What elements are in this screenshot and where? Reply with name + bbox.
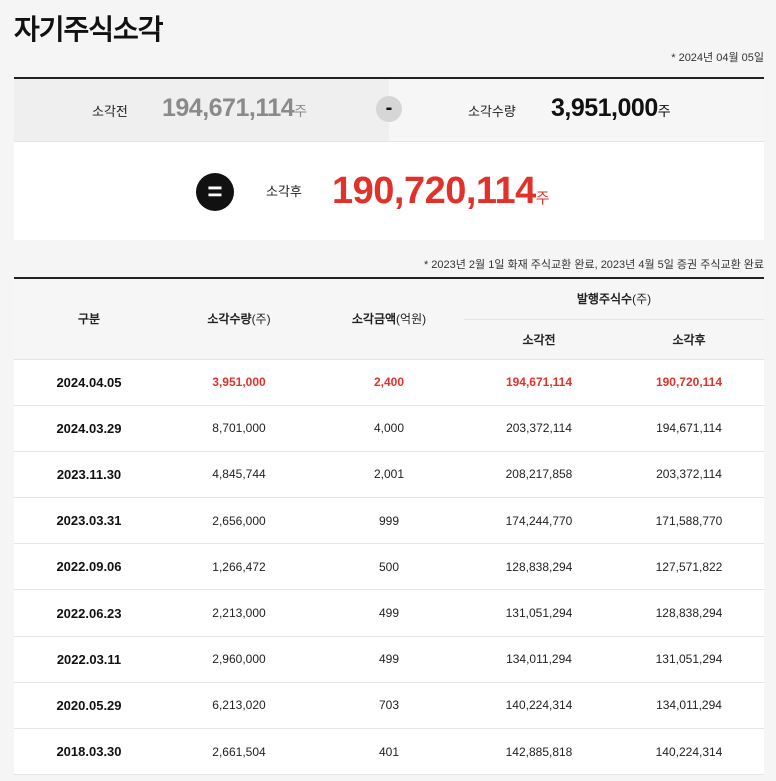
col-issued-shares: 발행주식수(주) bbox=[464, 279, 764, 320]
quantity-label: 소각수량 bbox=[468, 104, 516, 119]
row-date: 2020.05.29 bbox=[14, 682, 164, 730]
row-after: 128,838,294 bbox=[614, 589, 764, 637]
row-quantity: 3,951,000 bbox=[164, 359, 314, 406]
row-date: 2023.03.31 bbox=[14, 497, 164, 545]
col-amount: 소각금액(억원) bbox=[314, 279, 464, 360]
table-body: 2024.04.05 3,951,000 2,400 194,671,114 190,7… bbox=[14, 359, 764, 776]
row-quantity: 2,960,000 bbox=[164, 636, 314, 683]
table-row: 2023.03.31 2,656,000 999 174,244,770 171,588… bbox=[14, 497, 764, 545]
before-label: 소각전 bbox=[92, 104, 128, 119]
summary-top-row: 소각전 194,671,114주 소각수량 3,951,000주 - bbox=[14, 79, 764, 141]
col-after: 소각후 bbox=[614, 319, 764, 360]
table-row: 2024.03.29 8,701,000 4,000 203,372,114 194,6… bbox=[14, 405, 764, 452]
table-row: 2020.05.29 6,213,020 703 140,224,314 134,011… bbox=[14, 682, 764, 730]
row-before: 203,372,114 bbox=[464, 405, 614, 452]
row-amount: 499 bbox=[314, 636, 464, 683]
row-amount: 2,400 bbox=[314, 359, 464, 406]
row-amount: 401 bbox=[314, 728, 464, 776]
row-after: 127,571,822 bbox=[614, 543, 764, 591]
row-before: 142,885,818 bbox=[464, 728, 614, 776]
row-before: 134,011,294 bbox=[464, 636, 614, 683]
row-quantity: 2,213,000 bbox=[164, 589, 314, 637]
row-date: 2022.09.06 bbox=[14, 543, 164, 591]
row-after: 140,224,314 bbox=[614, 728, 764, 776]
page-title: 자기주식소각 bbox=[14, 14, 164, 45]
row-date: 2023.11.30 bbox=[14, 451, 164, 499]
row-before: 174,244,770 bbox=[464, 497, 614, 545]
before-value: 194,671,114주 bbox=[162, 94, 307, 122]
summary-panel: 소각전 194,671,114주 소각수량 3,951,000주 - = 소각후… bbox=[14, 77, 764, 240]
row-quantity: 8,701,000 bbox=[164, 405, 314, 452]
col-quantity: 소각수량(주) bbox=[164, 279, 314, 360]
row-quantity: 6,213,020 bbox=[164, 682, 314, 730]
col-before: 소각전 bbox=[464, 319, 614, 360]
table-row: 2022.09.06 1,266,472 500 128,838,294 127,571… bbox=[14, 543, 764, 591]
row-amount: 2,001 bbox=[314, 451, 464, 499]
quantity-unit: 주 bbox=[657, 103, 671, 119]
row-after: 171,588,770 bbox=[614, 497, 764, 545]
before-unit: 주 bbox=[294, 103, 307, 119]
as-of-date: * 2024년 04월 05일 bbox=[671, 52, 764, 64]
header-row: 구분 소각수량(주) 소각금액(억원) 발행주식수(주) bbox=[14, 279, 764, 360]
row-after: 190,720,114 bbox=[614, 359, 764, 406]
row-amount: 999 bbox=[314, 497, 464, 545]
row-amount: 500 bbox=[314, 543, 464, 591]
table-row: 2024.04.05 3,951,000 2,400 194,671,114 190,7… bbox=[14, 359, 764, 406]
table-row: 2023.11.30 4,845,744 2,001 208,217,858 203,3… bbox=[14, 451, 764, 499]
table-row: 2022.06.23 2,213,000 499 131,051,294 128,838… bbox=[14, 589, 764, 637]
quantity-value: 3,951,000주 bbox=[551, 94, 671, 122]
row-after: 134,011,294 bbox=[614, 682, 764, 730]
col-category: 구분 bbox=[14, 279, 164, 360]
row-amount: 703 bbox=[314, 682, 464, 730]
history-table: 구분 소각수량(주) 소각금액(억원) 발행주식수(주) 소각전 소각후 202… bbox=[14, 277, 764, 776]
row-date: 2018.03.30 bbox=[14, 728, 164, 776]
quantity-box: 소각수량 3,951,000주 bbox=[389, 79, 764, 141]
table-row: 2022.03.11 2,960,000 499 134,011,294 131,051… bbox=[14, 636, 764, 683]
row-amount: 499 bbox=[314, 589, 464, 637]
row-after: 131,051,294 bbox=[614, 636, 764, 683]
summary-divider bbox=[14, 141, 764, 142]
after-label: 소각후 bbox=[266, 184, 302, 199]
after-unit: 주 bbox=[535, 190, 550, 207]
row-date: 2024.03.29 bbox=[14, 405, 164, 452]
row-date: 2024.04.05 bbox=[14, 359, 164, 406]
before-box: 소각전 194,671,114주 bbox=[14, 79, 389, 141]
row-date: 2022.03.11 bbox=[14, 636, 164, 683]
row-before: 140,224,314 bbox=[464, 682, 614, 730]
row-date: 2022.06.23 bbox=[14, 589, 164, 637]
row-quantity: 4,845,744 bbox=[164, 451, 314, 499]
row-before: 208,217,858 bbox=[464, 451, 614, 499]
row-quantity: 2,661,504 bbox=[164, 728, 314, 776]
row-before: 131,051,294 bbox=[464, 589, 614, 637]
row-amount: 4,000 bbox=[314, 405, 464, 452]
row-quantity: 1,266,472 bbox=[164, 543, 314, 591]
table-row: 2018.03.30 2,661,504 401 142,885,818 140,224… bbox=[14, 728, 764, 776]
row-after: 194,671,114 bbox=[614, 405, 764, 452]
row-quantity: 2,656,000 bbox=[164, 497, 314, 545]
minus-icon: - bbox=[376, 96, 402, 122]
row-after: 203,372,114 bbox=[614, 451, 764, 499]
equals-icon: = bbox=[196, 173, 234, 211]
row-before: 194,671,114 bbox=[464, 359, 614, 406]
footnote: * 2023년 2월 1일 화재 주식교환 완료, 2023년 4월 5일 증권… bbox=[423, 259, 764, 271]
after-value: 190,720,114주 bbox=[332, 170, 550, 212]
row-before: 128,838,294 bbox=[464, 543, 614, 591]
